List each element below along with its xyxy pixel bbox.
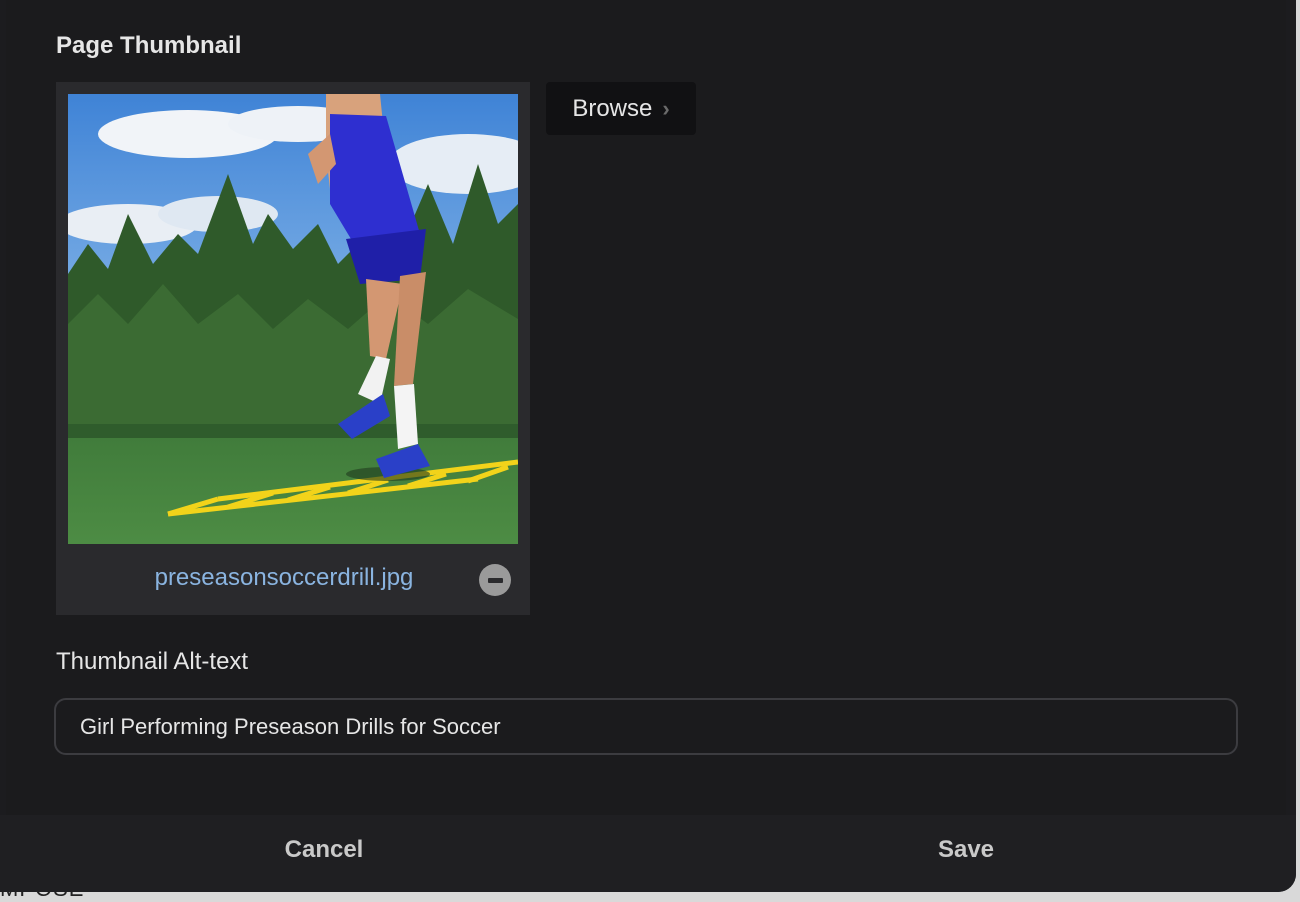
save-button[interactable]: Save	[642, 815, 1290, 885]
thumbnail-file-link[interactable]: preseasonsoccerdrill.jpg	[56, 564, 512, 592]
browse-button-label: Browse	[572, 94, 653, 122]
thumbnail-preview-image	[68, 94, 518, 544]
browse-button[interactable]: Browse ›	[546, 82, 696, 135]
chevron-right-icon: ›	[662, 95, 670, 121]
section-title: Page Thumbnail	[56, 32, 242, 59]
modal-footer: Cancel Save	[0, 815, 1296, 892]
alt-text-input[interactable]	[54, 698, 1238, 755]
modal-body: Page Thumbnail preseasonsoccerdrill.jpg …	[6, 0, 1286, 815]
minus-icon	[487, 577, 503, 583]
remove-thumbnail-button[interactable]	[479, 564, 511, 596]
thumbnail-settings-modal: Page Thumbnail preseasonsoccerdrill.jpg …	[0, 0, 1296, 892]
thumbnail-card: preseasonsoccerdrill.jpg	[56, 82, 530, 615]
cancel-button[interactable]: Cancel	[0, 815, 648, 885]
alt-text-label: Thumbnail Alt-text	[56, 648, 249, 675]
